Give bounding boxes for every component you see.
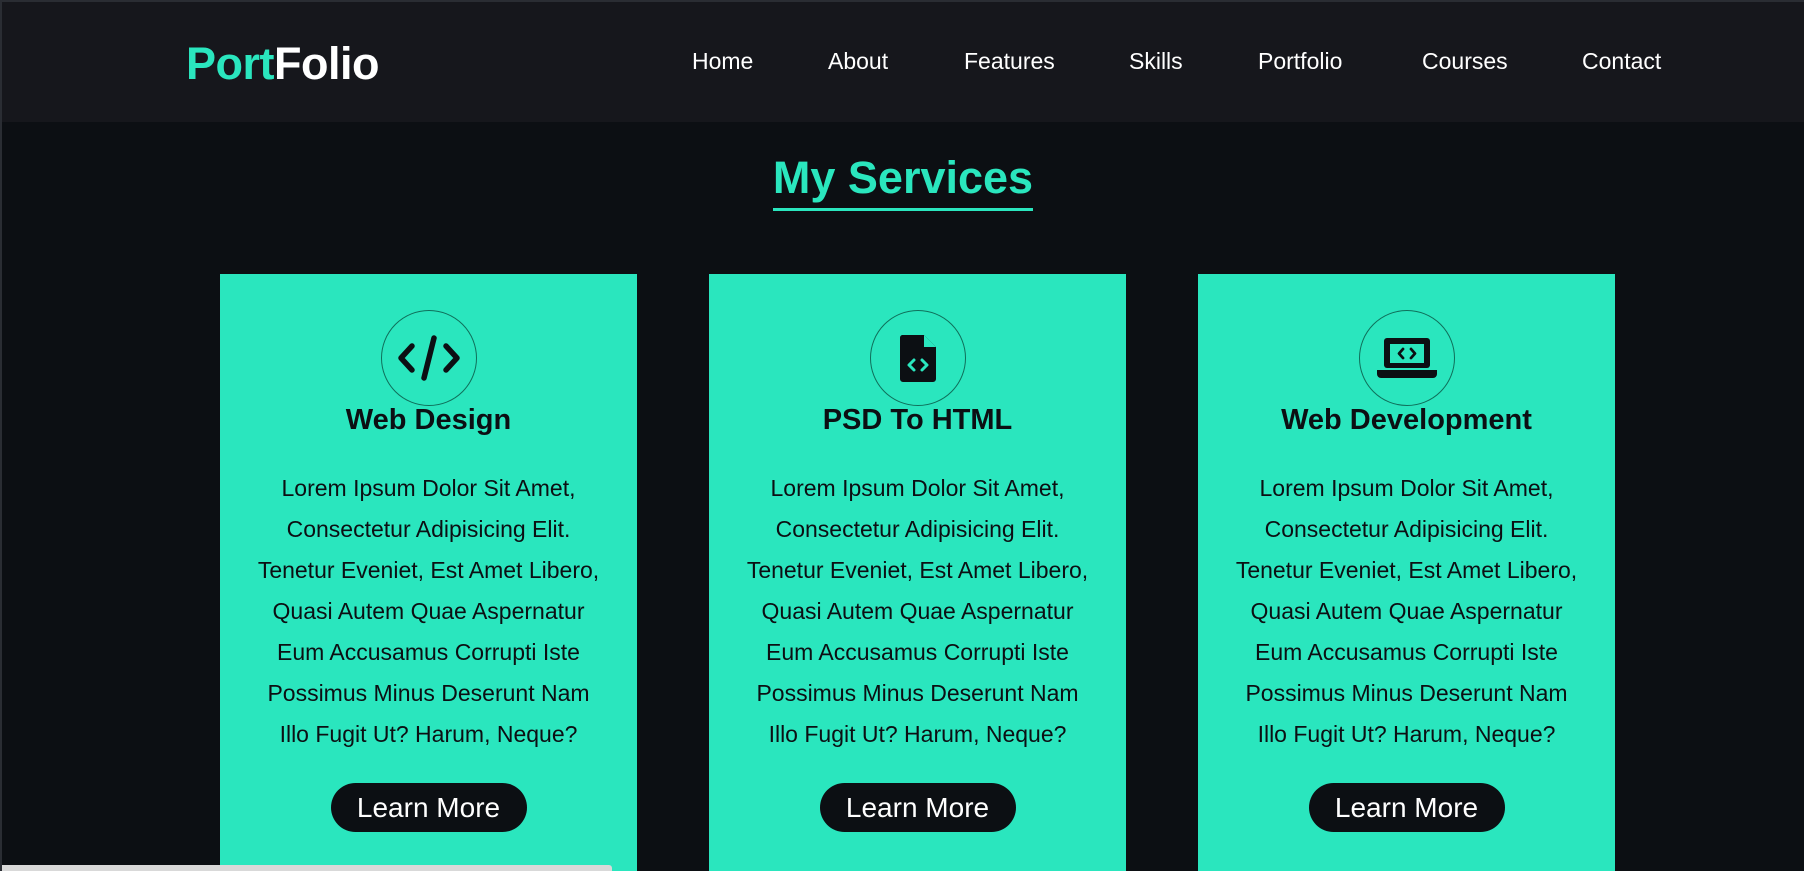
service-card-web-development: Web Development Lorem Ipsum Dolor Sit Am… (1198, 274, 1615, 871)
services-heading-wrap: My Services (2, 152, 1804, 211)
service-card-psd-to-html: PSD To HTML Lorem Ipsum Dolor Sit Amet, … (709, 274, 1126, 871)
card-description: Lorem Ipsum Dolor Sit Amet, Consectetur … (746, 475, 1089, 747)
horizontal-scrollbar[interactable] (2, 865, 612, 871)
services-heading: My Services (772, 152, 1034, 211)
site-header: PortFolio Home About Features Skills Por… (2, 2, 1804, 122)
learn-more-button[interactable]: Learn More (1308, 783, 1505, 832)
learn-more-button[interactable]: Learn More (819, 783, 1016, 832)
file-code-icon (869, 310, 966, 406)
main-nav: Home About Features Skills Portfolio Cou… (2, 48, 1804, 80)
card-description: Lorem Ipsum Dolor Sit Amet, Consectetur … (257, 475, 600, 747)
laptop-code-icon (1358, 310, 1455, 406)
nav-features[interactable]: Features (964, 48, 1055, 75)
service-card-web-design: Web Design Lorem Ipsum Dolor Sit Amet, C… (220, 274, 637, 871)
nav-courses[interactable]: Courses (1422, 48, 1508, 75)
card-title: PSD To HTML (822, 404, 1013, 436)
code-icon (380, 310, 477, 406)
nav-home[interactable]: Home (692, 48, 753, 75)
card-description: Lorem Ipsum Dolor Sit Amet, Consectetur … (1235, 475, 1578, 747)
page: PortFolio Home About Features Skills Por… (0, 0, 1804, 871)
learn-more-button[interactable]: Learn More (330, 783, 527, 832)
card-title: Web Design (345, 404, 512, 436)
nav-portfolio[interactable]: Portfolio (1258, 48, 1342, 75)
card-title: Web Development (1281, 404, 1532, 436)
nav-skills[interactable]: Skills (1129, 48, 1183, 75)
nav-contact[interactable]: Contact (1582, 48, 1661, 75)
nav-about[interactable]: About (828, 48, 888, 75)
